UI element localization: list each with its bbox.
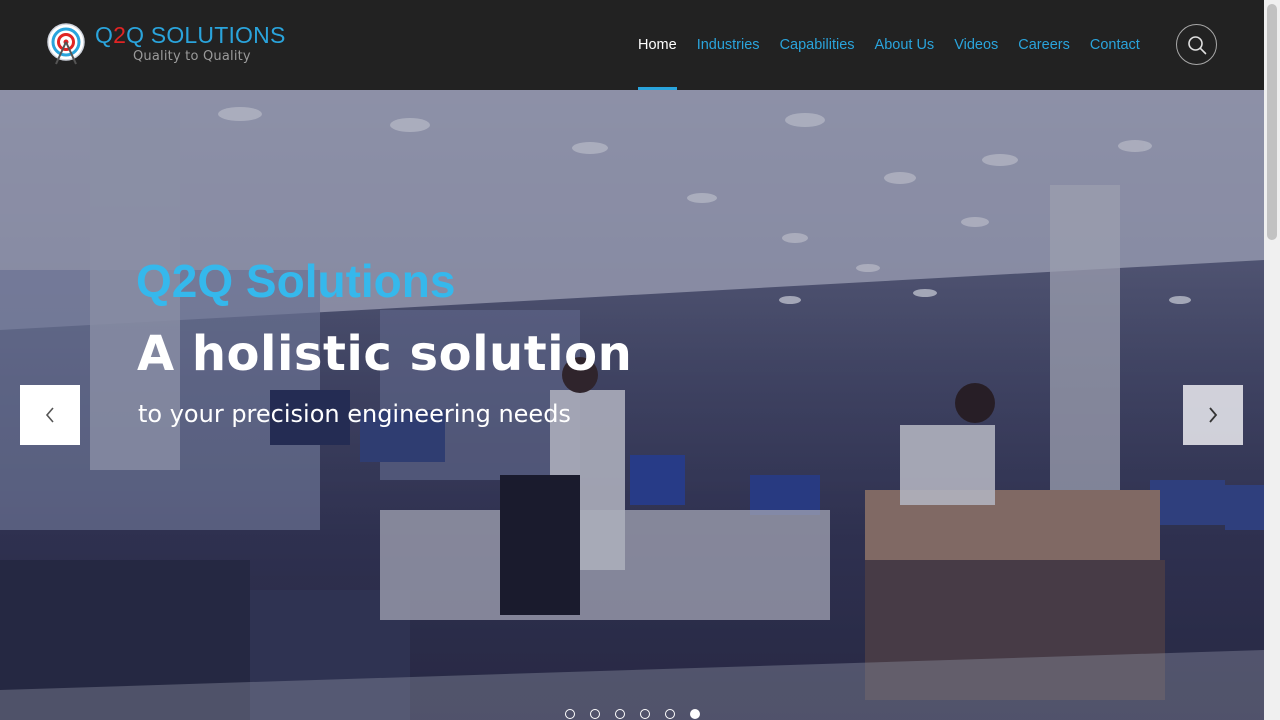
main-nav: Home Industries Capabilities About Us Vi…: [628, 0, 1150, 90]
slider-dot-5[interactable]: [665, 709, 675, 719]
chevron-right-icon: [1209, 407, 1218, 423]
search-button[interactable]: [1176, 24, 1217, 65]
brand-name: Q2Q SOLUTIONS: [95, 22, 286, 48]
slider-dot-3[interactable]: [615, 709, 625, 719]
site-header: Q2Q SOLUTIONS Quality to Quality Home In…: [0, 0, 1264, 90]
slider-dot-2[interactable]: [590, 709, 600, 719]
nav-careers[interactable]: Careers: [1008, 0, 1080, 90]
nav-contact[interactable]: Contact: [1080, 0, 1150, 90]
scrollbar-thumb[interactable]: [1267, 4, 1277, 240]
slider-dot-1[interactable]: [565, 709, 575, 719]
search-icon: [1187, 35, 1206, 54]
slider-dot-4[interactable]: [640, 709, 650, 719]
hero-kicker: Q2Q Solutions: [136, 255, 456, 307]
hero-subtitle: to your precision engineering needs: [138, 400, 571, 428]
slider-dot-6[interactable]: [690, 709, 700, 719]
brand-logo[interactable]: Q2Q SOLUTIONS Quality to Quality: [46, 22, 286, 68]
nav-home[interactable]: Home: [628, 0, 687, 90]
hero-slider: Q2Q Solutions A holistic solution to you…: [0, 90, 1264, 720]
slider-dots: [565, 709, 700, 719]
nav-about-us[interactable]: About Us: [865, 0, 945, 90]
nav-capabilities[interactable]: Capabilities: [770, 0, 865, 90]
hero-title: A holistic solution: [137, 326, 633, 382]
page-scrollbar[interactable]: [1264, 0, 1280, 720]
slider-next-button[interactable]: [1183, 385, 1243, 445]
target-logo-icon: [47, 23, 85, 65]
brand-tagline: Quality to Quality: [133, 49, 251, 64]
slider-prev-button[interactable]: [20, 385, 80, 445]
nav-videos[interactable]: Videos: [944, 0, 1008, 90]
chevron-left-icon: [45, 407, 54, 423]
nav-industries[interactable]: Industries: [687, 0, 770, 90]
